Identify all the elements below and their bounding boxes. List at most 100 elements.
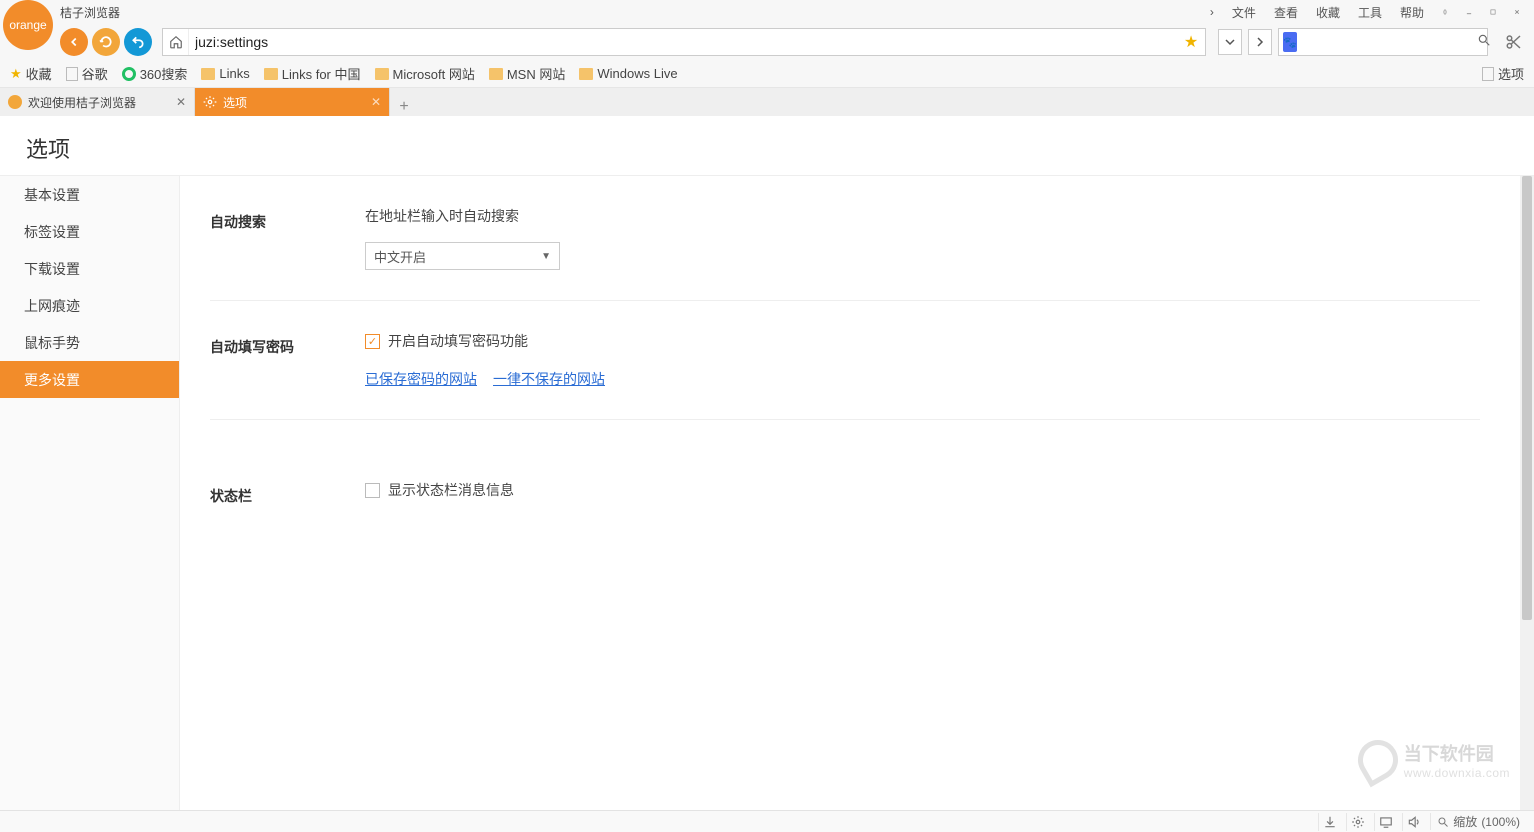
bookmark-label: 收藏 <box>26 64 52 83</box>
display-icon[interactable] <box>1374 813 1396 831</box>
menu-right: › 文件 查看 收藏 工具 帮助 <box>1204 3 1534 21</box>
logo-text: orange <box>9 18 46 32</box>
bookmark-label: 选项 <box>1498 64 1524 83</box>
section-auto-search: 自动搜索 在地址栏输入时自动搜索 中文开启 ▼ <box>210 176 1480 301</box>
bookmark-msn[interactable]: MSN 网站 <box>489 64 566 83</box>
home-icon[interactable] <box>163 29 189 55</box>
tab-favicon <box>8 95 22 109</box>
section-label: 自动搜索 <box>210 206 365 270</box>
star-icon: ★ <box>10 66 22 82</box>
bookmark-microsoft[interactable]: Microsoft 网站 <box>375 64 475 83</box>
menu-tools[interactable]: 工具 <box>1352 4 1388 21</box>
360-icon <box>122 67 136 81</box>
checkbox-label: 显示状态栏消息信息 <box>388 480 514 500</box>
sidebar-item-basic[interactable]: 基本设置 <box>0 176 179 213</box>
bookmark-links-cn[interactable]: Links for 中国 <box>264 64 361 83</box>
bookmark-label: Links for 中国 <box>282 64 361 83</box>
gear-icon <box>203 95 217 109</box>
download-icon[interactable] <box>1318 813 1340 831</box>
tab-label: 欢迎使用桔子浏览器 <box>28 94 136 111</box>
section-label: 自动填写密码 <box>210 331 365 389</box>
navigation-bar: ★ 🐾 <box>0 24 1534 60</box>
bookmark-windows-live[interactable]: Windows Live <box>579 66 677 81</box>
folder-icon <box>201 68 215 80</box>
page-body: 基本设置 标签设置 下载设置 上网痕迹 鼠标手势 更多设置 自动搜索 在地址栏输… <box>0 175 1534 810</box>
tab-close-icon[interactable]: ✕ <box>176 95 186 109</box>
maximize-button[interactable] <box>1484 3 1502 21</box>
show-statusbar-checkbox[interactable] <box>365 483 380 498</box>
sidebar-item-more[interactable]: 更多设置 <box>0 361 179 398</box>
status-bar: 缩放 (100%) <box>0 810 1534 832</box>
chevron-down-icon: ▼ <box>541 251 551 262</box>
section-desc: 在地址栏输入时自动搜索 <box>365 206 1480 226</box>
search-box: 🐾 <box>1278 28 1488 56</box>
sidebar-item-tabs[interactable]: 标签设置 <box>0 213 179 250</box>
address-bar: ★ <box>162 28 1206 56</box>
dropdown-button[interactable] <box>1218 29 1242 55</box>
bookmark-star-icon[interactable]: ★ <box>1177 32 1205 52</box>
folder-icon <box>264 68 278 80</box>
page-title: 选项 <box>0 116 1534 175</box>
sidebar-item-history[interactable]: 上网痕迹 <box>0 287 179 324</box>
screenshot-button[interactable] <box>1502 30 1526 54</box>
menu-file[interactable]: 文件 <box>1226 4 1262 21</box>
back-button[interactable] <box>60 28 88 56</box>
search-button[interactable] <box>1477 33 1491 52</box>
folder-icon <box>375 68 389 80</box>
bookmark-label: MSN 网站 <box>507 64 566 83</box>
sidebar-item-mouse[interactable]: 鼠标手势 <box>0 324 179 361</box>
bookmark-options[interactable]: 选项 <box>1482 64 1524 83</box>
menu-help[interactable]: 帮助 <box>1394 4 1430 21</box>
tab-options[interactable]: 选项 ✕ <box>195 88 390 116</box>
zoom-value: (100%) <box>1481 815 1520 829</box>
select-value: 中文开启 <box>374 247 426 266</box>
section-label: 状态栏 <box>210 480 365 518</box>
bookmark-google[interactable]: 谷歌 <box>66 64 108 83</box>
checkbox-label: 开启自动填写密码功能 <box>388 331 528 351</box>
menu-view[interactable]: 查看 <box>1268 4 1304 21</box>
page-icon <box>66 67 78 81</box>
bookmarks-bar: ★收藏 谷歌 360搜索 Links Links for 中国 Microsof… <box>0 60 1534 88</box>
app-logo: orange <box>3 0 53 50</box>
reload-button[interactable] <box>92 28 120 56</box>
sidebar-item-download[interactable]: 下载设置 <box>0 250 179 287</box>
menu-favorites[interactable]: 收藏 <box>1310 4 1346 21</box>
bookmark-links[interactable]: Links <box>201 66 249 81</box>
settings-sidebar: 基本设置 标签设置 下载设置 上网痕迹 鼠标手势 更多设置 <box>0 176 180 810</box>
sound-icon[interactable] <box>1402 813 1424 831</box>
zoom-label: 缩放 <box>1453 813 1477 830</box>
settings-icon[interactable] <box>1346 813 1368 831</box>
undo-nav-button[interactable] <box>124 28 152 56</box>
never-save-link[interactable]: 一律不保存的网站 <box>493 369 605 389</box>
new-tab-button[interactable]: + <box>390 98 418 116</box>
enable-autofill-checkbox[interactable]: ✓ <box>365 334 380 349</box>
search-input[interactable] <box>1301 35 1477 50</box>
settings-content: 自动搜索 在地址栏输入时自动搜索 中文开启 ▼ 自动填写密码 ✓ 开启自动填写密… <box>180 176 1534 810</box>
section-auto-password: 自动填写密码 ✓ 开启自动填写密码功能 已保存密码的网站 一律不保存的网站 <box>210 301 1480 420</box>
bookmark-label: 谷歌 <box>82 64 108 83</box>
tab-close-icon[interactable]: ✕ <box>371 95 381 109</box>
bookmark-favorites[interactable]: ★收藏 <box>10 64 52 83</box>
plugin-icon[interactable] <box>1436 3 1454 21</box>
address-input[interactable] <box>189 34 1177 50</box>
section-status-bar: 状态栏 显示状态栏消息信息 <box>210 420 1480 548</box>
zoom-control[interactable]: 缩放 (100%) <box>1430 813 1526 830</box>
close-button[interactable] <box>1508 3 1526 21</box>
auto-search-select[interactable]: 中文开启 ▼ <box>365 242 560 270</box>
folder-icon <box>489 68 503 80</box>
tab-welcome[interactable]: 欢迎使用桔子浏览器 ✕ <box>0 88 195 116</box>
bookmark-360[interactable]: 360搜索 <box>122 64 188 83</box>
bookmark-label: Links <box>219 66 249 81</box>
bookmark-label: Microsoft 网站 <box>393 64 475 83</box>
menu-chevron[interactable]: › <box>1204 5 1220 19</box>
tab-label: 选项 <box>223 94 247 111</box>
scrollbar[interactable] <box>1520 176 1534 810</box>
search-engine-icon[interactable]: 🐾 <box>1283 32 1297 52</box>
bookmark-label: 360搜索 <box>140 64 188 83</box>
minimize-button[interactable] <box>1460 3 1478 21</box>
go-button[interactable] <box>1248 29 1272 55</box>
folder-icon <box>579 68 593 80</box>
scrollbar-thumb[interactable] <box>1522 176 1532 620</box>
saved-passwords-link[interactable]: 已保存密码的网站 <box>365 369 477 389</box>
page-icon <box>1482 67 1494 81</box>
